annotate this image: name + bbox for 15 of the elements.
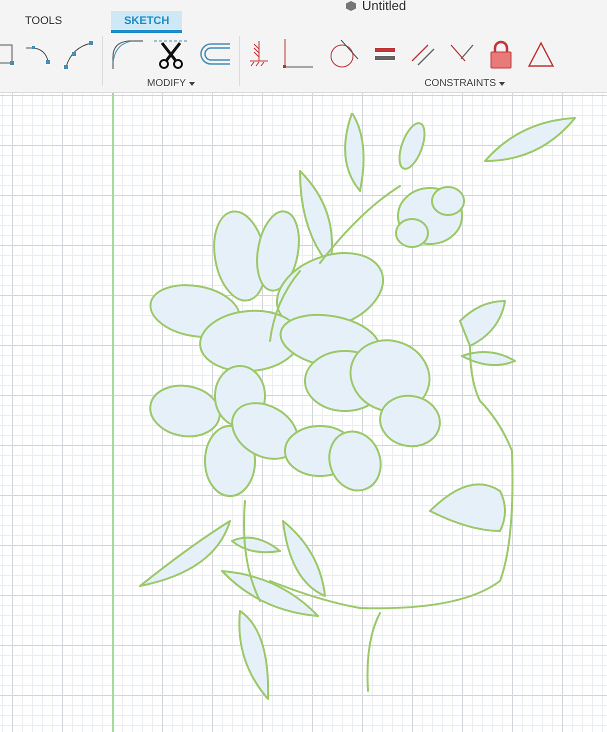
dropdown-caret-icon[interactable]: [188, 82, 195, 86]
document-title: Untitled: [362, 0, 406, 12]
lock-icon[interactable]: [488, 39, 514, 69]
ground-icon[interactable]: [248, 39, 270, 69]
toolbar-group-label[interactable]: CONSTRAINTS: [424, 78, 496, 89]
tab[interactable]: TOOLS: [12, 11, 76, 33]
cube-icon: [345, 0, 357, 12]
toolbar-group-label[interactable]: MODIFY: [147, 78, 186, 89]
fillet-icon[interactable]: [111, 39, 145, 69]
perpendicular-icon[interactable]: [283, 39, 315, 69]
dropdown-caret-icon[interactable]: [499, 82, 505, 86]
triangle-icon[interactable]: [527, 39, 555, 69]
scissors-icon[interactable]: [154, 39, 188, 69]
arc-icon[interactable]: [62, 39, 94, 69]
tangent-icon[interactable]: [328, 39, 360, 69]
